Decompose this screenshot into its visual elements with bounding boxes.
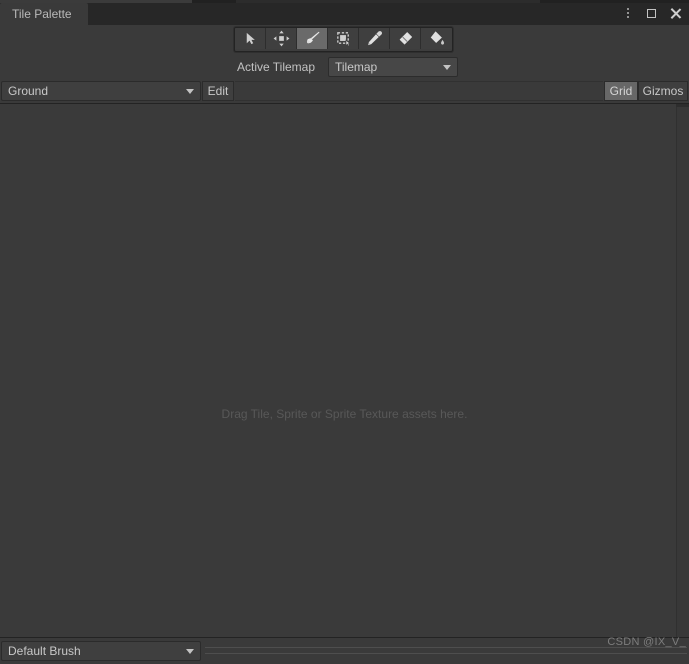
- erase-tool-button[interactable]: [390, 28, 421, 49]
- eraser-icon: [397, 30, 414, 47]
- active-tilemap-dropdown[interactable]: Tilemap: [328, 57, 458, 77]
- tool-button-group: [234, 27, 453, 52]
- bottom-bar: Default Brush CSDN @IX_V_: [0, 636, 689, 664]
- move-arrows-icon: [273, 30, 290, 47]
- kebab-menu-glyph: [626, 8, 629, 18]
- window-controls: [620, 3, 683, 23]
- drop-hint-text: Drag Tile, Sprite or Sprite Texture asse…: [221, 407, 468, 421]
- palette-row: Ground Edit Grid Gizmos: [0, 80, 689, 104]
- chevron-down-icon: [186, 649, 194, 654]
- active-tilemap-value: Tilemap: [335, 60, 378, 74]
- grid-toggle-button[interactable]: Grid: [604, 81, 638, 101]
- palette-dropdown[interactable]: Ground: [1, 81, 201, 101]
- chevron-down-icon: [443, 65, 451, 70]
- tab-label: Tile Palette: [12, 7, 72, 21]
- chevron-down-icon: [186, 89, 194, 94]
- active-tilemap-row: Active Tilemap Tilemap: [0, 55, 689, 80]
- box-select-icon: [335, 30, 352, 47]
- brush-dropdown[interactable]: Default Brush: [1, 641, 201, 661]
- tab-tile-palette[interactable]: Tile Palette: [0, 3, 88, 26]
- close-glyph: [670, 8, 681, 19]
- scrollbar-corner: [676, 104, 689, 107]
- docked-panel-segment-mid: [236, 0, 540, 3]
- vertical-scrollbar[interactable]: [676, 104, 689, 637]
- gizmos-toggle-label: Gizmos: [642, 84, 684, 98]
- maximize-icon[interactable]: [644, 5, 659, 21]
- grid-toggle-label: Grid: [609, 84, 633, 98]
- picker-tool-button[interactable]: [359, 28, 390, 49]
- watermark-text: CSDN @IX_V_: [607, 636, 686, 648]
- tile-palette-window: Tile Palette Active Tilemap Tilemap Grou…: [0, 0, 689, 664]
- docked-panels-edge: [0, 0, 689, 3]
- eyedropper-icon: [366, 30, 383, 47]
- box-fill-tool-button[interactable]: [328, 28, 359, 49]
- palette-value: Ground: [8, 84, 49, 98]
- brush-value: Default Brush: [8, 644, 81, 658]
- edit-button[interactable]: Edit: [202, 81, 234, 101]
- close-icon[interactable]: [668, 5, 683, 21]
- move-tool-button[interactable]: [266, 28, 297, 49]
- active-tilemap-label: Active Tilemap: [237, 60, 316, 74]
- paint-tool-button[interactable]: [297, 28, 328, 49]
- fill-tool-button[interactable]: [421, 28, 452, 49]
- paintbrush-icon: [304, 30, 321, 47]
- gizmos-toggle-button[interactable]: Gizmos: [638, 81, 688, 101]
- horizontal-scrollbar-track-bottom: [205, 653, 687, 654]
- palette-canvas[interactable]: Drag Tile, Sprite or Sprite Texture asse…: [0, 104, 689, 637]
- tab-strip: Tile Palette: [0, 0, 689, 26]
- maximize-glyph: [647, 8, 656, 18]
- paint-bucket-icon: [428, 30, 445, 47]
- edit-button-label: Edit: [207, 84, 229, 98]
- cursor-arrow-icon: [243, 31, 258, 46]
- tool-row: [0, 25, 689, 55]
- select-tool-button[interactable]: [235, 28, 266, 49]
- palette-row-filler: [235, 81, 603, 101]
- kebab-menu-icon[interactable]: [620, 5, 635, 21]
